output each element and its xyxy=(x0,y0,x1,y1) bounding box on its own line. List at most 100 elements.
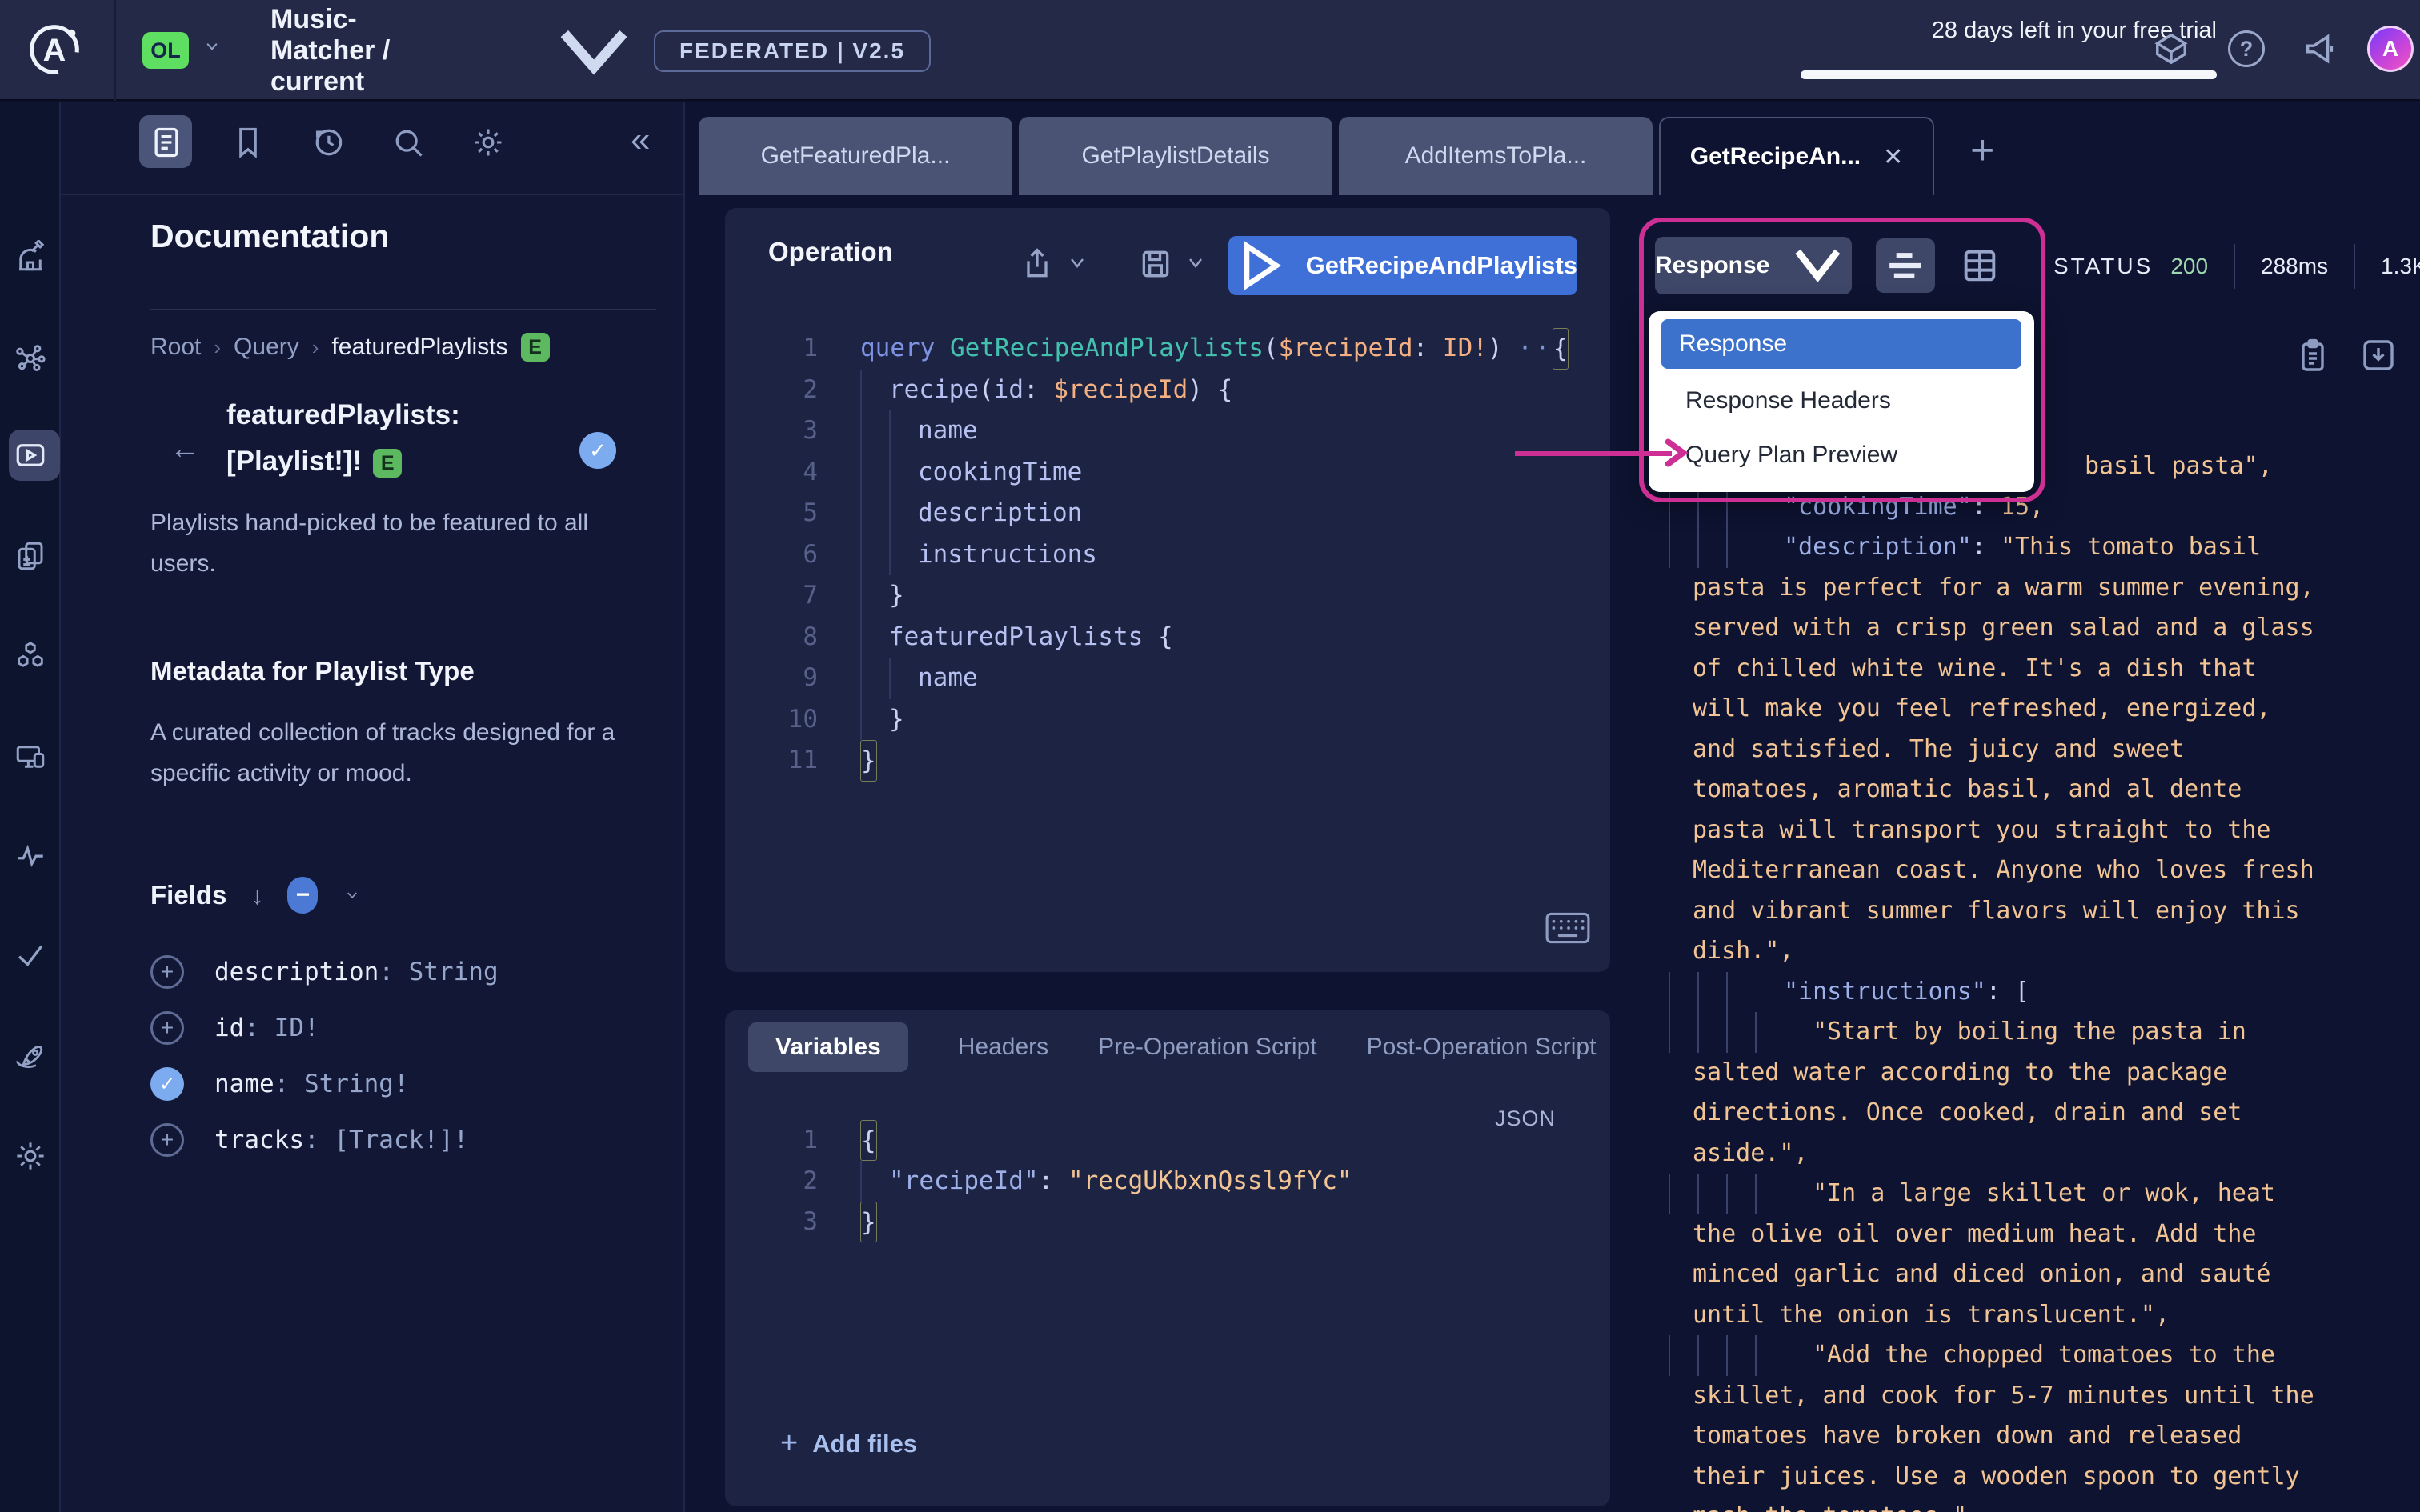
entity-badge: E xyxy=(373,449,402,478)
code-line: of chilled white wine. It's a dish that xyxy=(1669,649,2413,690)
tab-get-playlist-details[interactable]: GetPlaylistDetails xyxy=(1019,117,1332,195)
plus-icon: + xyxy=(780,1426,798,1461)
sidebar-item-insights[interactable] xyxy=(14,840,47,874)
federated-version-badge: FEDERATED | V2.5 xyxy=(654,30,931,72)
save-icon[interactable] xyxy=(1138,246,1173,282)
save-chevron-down-icon[interactable] xyxy=(1186,256,1205,270)
add-files-label: Add files xyxy=(812,1430,917,1458)
code-line: mash the tomatoes.", xyxy=(1669,1497,2413,1512)
stack-icon[interactable] xyxy=(2153,30,2190,67)
sidebar-item-graph[interactable] xyxy=(14,342,47,375)
tab-variables[interactable]: Variables xyxy=(748,1022,908,1072)
field-name: description xyxy=(214,958,379,986)
field-title-type: [Playlist!]! xyxy=(226,446,362,477)
share-icon[interactable] xyxy=(1020,246,1055,282)
field-row-id[interactable]: + id: ID! xyxy=(150,1004,319,1052)
tab-get-featured-playlists[interactable]: GetFeaturedPla... xyxy=(699,117,1012,195)
documentation-panel: « Documentation Root › Query › featuredP… xyxy=(61,102,685,1512)
deselect-all-icon[interactable]: − xyxy=(287,877,318,914)
documentation-icon[interactable] xyxy=(149,125,184,160)
code-line: 3name xyxy=(725,410,1610,452)
field-name: tracks xyxy=(214,1126,304,1154)
history-icon[interactable] xyxy=(311,125,346,160)
docs-title-divider xyxy=(150,309,656,310)
run-operation-button[interactable]: GetRecipeAndPlaylists xyxy=(1228,236,1577,295)
field-row-tracks[interactable]: + tracks: [Track!]! xyxy=(150,1116,468,1164)
sidebar-item-checks[interactable] xyxy=(14,938,47,972)
code-line: 1query GetRecipeAndPlaylists($recipeId: … xyxy=(725,328,1610,370)
code-line: 6instructions xyxy=(725,534,1610,576)
tab-headers[interactable]: Headers xyxy=(958,1034,1048,1061)
code-line: 1{ xyxy=(725,1120,1610,1161)
org-chevron-down-icon[interactable] xyxy=(202,38,222,54)
close-tab-icon[interactable]: ✕ xyxy=(1883,143,1903,171)
tab-pre-operation-script[interactable]: Pre-Operation Script xyxy=(1098,1034,1316,1061)
add-field-icon[interactable]: + xyxy=(150,1123,184,1157)
graph-title-label: Music-Matcher / current xyxy=(270,4,447,98)
apollo-logo-icon[interactable]: A xyxy=(27,22,82,77)
fields-chevron-down-icon[interactable] xyxy=(342,888,363,902)
share-chevron-down-icon[interactable] xyxy=(1068,256,1087,270)
copy-response-icon[interactable] xyxy=(2294,336,2332,374)
sidebar-item-changes[interactable] xyxy=(14,539,47,573)
metadata-title: Metadata for Playlist Type xyxy=(150,656,475,686)
sidebar-item-clients[interactable] xyxy=(14,740,47,774)
sort-arrow-icon[interactable]: ↓ xyxy=(250,881,263,910)
back-arrow-icon[interactable]: ← xyxy=(170,432,200,466)
field-type: [Track!]! xyxy=(334,1126,468,1154)
sidebar-item-settings[interactable] xyxy=(14,1139,47,1173)
field-title: featuredPlaylists: [Playlist!]!E xyxy=(226,392,460,485)
breadcrumb-query[interactable]: Query xyxy=(234,334,299,361)
code-line: "In a large skillet or wok, heat xyxy=(1669,1174,2413,1214)
user-avatar[interactable]: A xyxy=(2367,26,2414,72)
tab-add-items-to-playlist[interactable]: AddItemsToPla... xyxy=(1339,117,1653,195)
field-selected-check-icon[interactable]: ✓ xyxy=(579,432,616,469)
add-files-button[interactable]: + Add files xyxy=(780,1426,917,1461)
code-line: until the onion is translucent.", xyxy=(1669,1295,2413,1336)
topbar-divider xyxy=(114,0,116,101)
code-line: the olive oil over medium heat. Add the xyxy=(1669,1214,2413,1255)
sidebar-item-launches[interactable] xyxy=(14,1041,47,1074)
download-response-icon[interactable] xyxy=(2359,336,2398,374)
tab-get-recipe-active[interactable]: GetRecipeAn... ✕ xyxy=(1659,117,1934,195)
field-checked-icon[interactable]: ✓ xyxy=(150,1067,184,1101)
sidebar-item-home[interactable] xyxy=(14,240,47,274)
search-icon[interactable] xyxy=(391,125,426,160)
tab-post-operation-script[interactable]: Post-Operation Script xyxy=(1367,1034,1597,1061)
code-line: "Add the chopped tomatoes to the xyxy=(1669,1335,2413,1376)
code-line: pasta will transport you straight to the xyxy=(1669,810,2413,851)
bookmark-icon[interactable] xyxy=(230,125,266,160)
sidebar-item-subgraphs[interactable] xyxy=(14,639,47,673)
field-type: String! xyxy=(304,1070,409,1098)
annotation-arrow-head-icon xyxy=(1658,437,1690,469)
annotation-highlight-box xyxy=(1639,218,2045,502)
fields-heading: Fields xyxy=(150,880,226,910)
field-row-description[interactable]: + description: String xyxy=(150,948,499,996)
breadcrumb-root[interactable]: Root xyxy=(150,334,201,361)
variables-tab-row: Variables Headers Pre-Operation Script P… xyxy=(748,1022,1610,1072)
add-field-icon[interactable]: + xyxy=(150,955,184,989)
megaphone-icon[interactable] xyxy=(2302,30,2338,67)
code-line: 5description xyxy=(725,493,1610,534)
code-line: 3} xyxy=(725,1202,1610,1242)
new-tab-button[interactable]: + xyxy=(1970,126,1994,174)
operation-code-editor[interactable]: 1query GetRecipeAndPlaylists($recipeId: … xyxy=(725,328,1610,782)
variables-panel: Variables Headers Pre-Operation Script P… xyxy=(725,1010,1610,1506)
status-label: STATUS xyxy=(2053,254,2153,279)
help-icon[interactable]: ? xyxy=(2228,30,2265,67)
code-line: directions. Once cooked, drain and set xyxy=(1669,1093,2413,1134)
field-row-name[interactable]: ✓ name: String! xyxy=(150,1060,409,1108)
schema-settings-icon[interactable] xyxy=(471,125,506,160)
code-line: Mediterranean coast. Anyone who loves fr… xyxy=(1669,850,2413,891)
variables-code-editor[interactable]: 1{2"recipeId": "recgUKbxnQssl9fYc"3} xyxy=(725,1120,1610,1242)
add-field-icon[interactable]: + xyxy=(150,1011,184,1045)
keyboard-shortcuts-icon[interactable] xyxy=(1545,910,1591,946)
code-line: 9name xyxy=(725,658,1610,699)
sidebar-item-explorer[interactable] xyxy=(14,438,47,472)
fields-header: Fields ↓ − xyxy=(150,877,363,914)
org-badge[interactable]: OL xyxy=(142,32,189,69)
code-line: 4cookingTime xyxy=(725,452,1610,494)
collapse-docs-icon[interactable]: « xyxy=(631,120,650,160)
code-line: 8featuredPlaylists { xyxy=(725,617,1610,658)
tab-label: AddItemsToPla... xyxy=(1405,142,1587,170)
